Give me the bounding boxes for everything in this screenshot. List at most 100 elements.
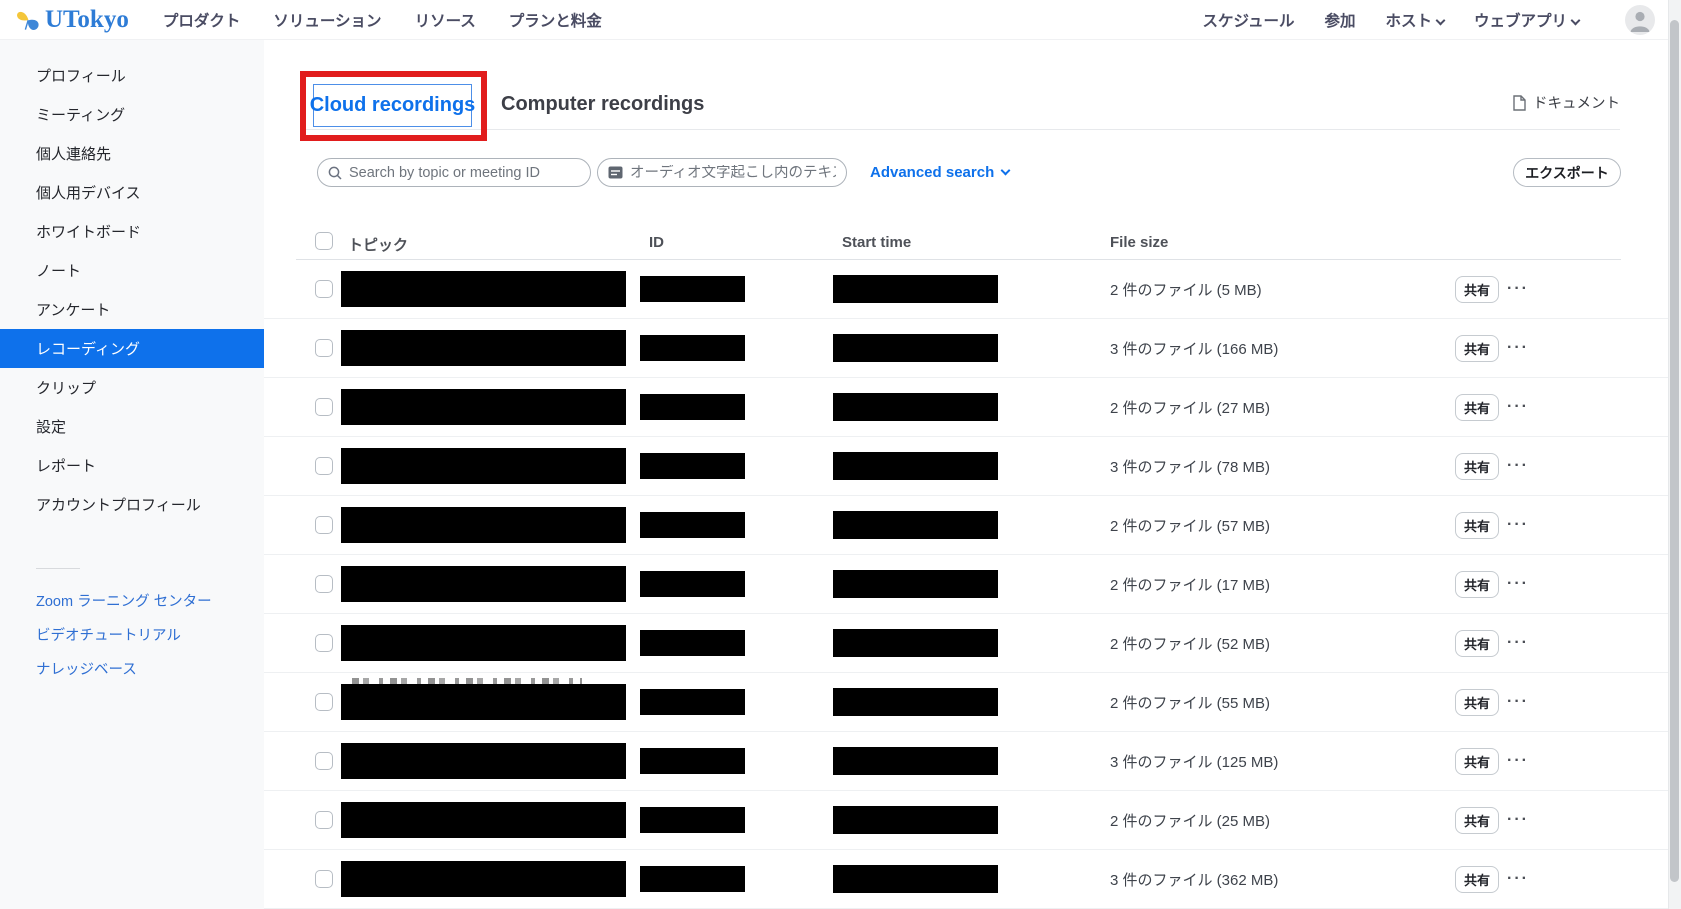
sidebar-item-clips[interactable]: クリップ	[0, 368, 264, 407]
vertical-scrollbar-thumb[interactable]	[1670, 20, 1679, 882]
share-button[interactable]: 共有	[1455, 276, 1499, 303]
row-checkbox[interactable]	[315, 398, 333, 416]
share-button[interactable]: 共有	[1455, 630, 1499, 657]
more-options-button[interactable]: ···	[1507, 555, 1529, 613]
redacted-start-time	[833, 334, 998, 362]
more-options-button[interactable]: ···	[1507, 496, 1529, 554]
topic-search-field[interactable]	[317, 158, 591, 187]
sidebar-divider	[36, 568, 80, 569]
user-avatar[interactable]	[1625, 5, 1655, 35]
nav-products[interactable]: プロダクト	[163, 9, 241, 31]
sidebar-item-notes[interactable]: ノート	[0, 251, 264, 290]
row-checkbox[interactable]	[315, 339, 333, 357]
tab-cloud-recordings[interactable]: Cloud recordings	[313, 84, 472, 127]
transcript-search-field[interactable]	[597, 158, 847, 187]
row-checkbox[interactable]	[315, 752, 333, 770]
share-button[interactable]: 共有	[1455, 689, 1499, 716]
redacted-meeting-id	[640, 512, 745, 538]
nav-plans-pricing[interactable]: プランと料金	[509, 9, 602, 31]
nav-host-dropdown[interactable]: ホスト	[1385, 9, 1444, 31]
table-row: 2 件のファイル (55 MB) 共有 ···	[264, 673, 1681, 732]
link-video-tutorials[interactable]: ビデオチュートリアル	[0, 617, 264, 651]
sidebar-item-settings[interactable]: 設定	[0, 407, 264, 446]
row-file-size: 2 件のファイル (27 MB)	[1110, 378, 1270, 436]
more-options-button[interactable]: ···	[1507, 378, 1529, 436]
export-button[interactable]: エクスポート	[1513, 158, 1621, 187]
link-zoom-learning-center[interactable]: Zoom ラーニング センター	[0, 583, 264, 617]
redacted-meeting-id	[640, 748, 745, 774]
more-options-button[interactable]: ···	[1507, 673, 1529, 731]
redacted-topic	[341, 566, 626, 602]
more-options-button[interactable]: ···	[1507, 437, 1529, 495]
tabs-divider	[300, 129, 1620, 130]
share-button[interactable]: 共有	[1455, 866, 1499, 893]
row-checkbox[interactable]	[315, 280, 333, 298]
search-input[interactable]	[349, 165, 580, 181]
row-checkbox[interactable]	[315, 634, 333, 652]
redacted-meeting-id	[640, 807, 745, 833]
redacted-topic	[341, 861, 626, 897]
redacted-topic	[341, 330, 626, 366]
sidebar-item-personal-contacts[interactable]: 個人連絡先	[0, 134, 264, 173]
table-row: 2 件のファイル (17 MB) 共有 ···	[264, 555, 1681, 614]
documentation-label: ドキュメント	[1533, 92, 1620, 113]
utokyo-logo[interactable]: UTokyo	[14, 6, 129, 34]
transcript-search-input[interactable]	[630, 165, 836, 181]
share-button[interactable]: 共有	[1455, 512, 1499, 539]
nav-schedule[interactable]: スケジュール	[1203, 9, 1295, 31]
chevron-down-icon	[1436, 15, 1446, 25]
tab-computer-recordings[interactable]: Computer recordings	[501, 90, 704, 118]
row-file-size: 3 件のファイル (362 MB)	[1110, 850, 1278, 908]
column-header-topic: トピック	[348, 234, 408, 255]
redacted-start-time	[833, 511, 998, 539]
primary-nav-links: プロダクト ソリューション リソース プランと料金	[163, 9, 602, 31]
documentation-link[interactable]: ドキュメント	[1513, 92, 1620, 113]
row-file-size: 3 件のファイル (78 MB)	[1110, 437, 1270, 495]
table-row: 3 件のファイル (166 MB) 共有 ···	[264, 319, 1681, 378]
redacted-start-time	[833, 393, 998, 421]
table-row: 2 件のファイル (52 MB) 共有 ···	[264, 614, 1681, 673]
share-button[interactable]: 共有	[1455, 748, 1499, 775]
row-checkbox[interactable]	[315, 693, 333, 711]
share-button[interactable]: 共有	[1455, 335, 1499, 362]
sidebar-item-meetings[interactable]: ミーティング	[0, 95, 264, 134]
row-file-size: 3 件のファイル (166 MB)	[1110, 319, 1278, 377]
table-row: 2 件のファイル (5 MB) 共有 ···	[264, 260, 1681, 319]
sidebar-item-reports[interactable]: レポート	[0, 446, 264, 485]
sidebar-item-recordings[interactable]: レコーディング	[0, 329, 264, 368]
advanced-search-toggle[interactable]: Advanced search	[870, 158, 1009, 187]
sidebar-item-personal-devices[interactable]: 個人用デバイス	[0, 173, 264, 212]
nav-solutions[interactable]: ソリューション	[273, 9, 381, 31]
share-button[interactable]: 共有	[1455, 571, 1499, 598]
row-checkbox[interactable]	[315, 457, 333, 475]
row-checkbox[interactable]	[315, 811, 333, 829]
more-options-button[interactable]: ···	[1507, 260, 1529, 318]
sidebar-item-surveys[interactable]: アンケート	[0, 290, 264, 329]
redacted-meeting-id	[640, 335, 745, 361]
nav-join[interactable]: 参加	[1324, 9, 1355, 31]
more-options-button[interactable]: ···	[1507, 614, 1529, 672]
more-options-button[interactable]: ···	[1507, 850, 1529, 908]
sidebar-item-profile[interactable]: プロフィール	[0, 56, 264, 95]
table-header: トピック ID Start time File size	[264, 224, 1681, 260]
share-button[interactable]: 共有	[1455, 394, 1499, 421]
vertical-scrollbar-track[interactable]	[1668, 0, 1681, 909]
row-checkbox[interactable]	[315, 870, 333, 888]
nav-resources[interactable]: リソース	[415, 9, 476, 31]
redacted-meeting-id	[640, 453, 745, 479]
share-button[interactable]: 共有	[1455, 807, 1499, 834]
more-options-button[interactable]: ···	[1507, 732, 1529, 790]
person-icon	[1625, 5, 1655, 35]
select-all-checkbox[interactable]	[315, 232, 333, 250]
sidebar-item-whiteboard[interactable]: ホワイトボード	[0, 212, 264, 251]
more-options-button[interactable]: ···	[1507, 791, 1529, 849]
nav-webapp-dropdown[interactable]: ウェブアプリ	[1474, 9, 1579, 31]
link-knowledge-base[interactable]: ナレッジベース	[0, 651, 264, 685]
more-options-button[interactable]: ···	[1507, 319, 1529, 377]
tab-cloud-recordings-label: Cloud recordings	[310, 94, 476, 117]
row-checkbox[interactable]	[315, 516, 333, 534]
row-checkbox[interactable]	[315, 575, 333, 593]
ginkgo-leaf-icon	[14, 6, 42, 34]
share-button[interactable]: 共有	[1455, 453, 1499, 480]
sidebar-item-account-profile[interactable]: アカウントプロフィール	[0, 485, 264, 524]
